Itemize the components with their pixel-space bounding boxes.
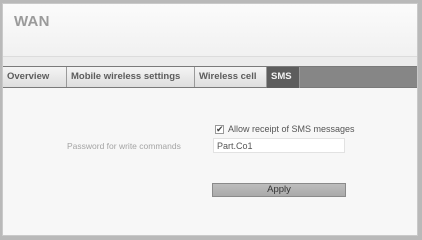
page-title: WAN bbox=[14, 13, 50, 30]
password-input[interactable] bbox=[213, 138, 345, 153]
header: WAN bbox=[3, 4, 417, 57]
password-label: Password for write commands bbox=[67, 141, 181, 151]
wan-window: WAN Overview Mobile wireless settings Wi… bbox=[2, 3, 418, 236]
allow-sms-row: ✔ Allow receipt of SMS messages bbox=[215, 123, 355, 135]
tab-wireless-cell[interactable]: Wireless cell bbox=[195, 67, 267, 87]
allow-sms-checkbox[interactable]: ✔ bbox=[215, 123, 224, 134]
apply-button[interactable]: Apply bbox=[212, 183, 346, 197]
tab-bar: Overview Mobile wireless settings Wirele… bbox=[3, 66, 417, 88]
allow-sms-label[interactable]: Allow receipt of SMS messages bbox=[228, 124, 355, 134]
sms-settings-panel: ✔ Allow receipt of SMS messages Password… bbox=[3, 88, 417, 235]
tab-mobile-wireless-settings[interactable]: Mobile wireless settings bbox=[67, 67, 195, 87]
tab-overview[interactable]: Overview bbox=[3, 67, 67, 87]
tab-sms[interactable]: SMS bbox=[267, 67, 300, 88]
check-icon: ✔ bbox=[216, 123, 224, 134]
